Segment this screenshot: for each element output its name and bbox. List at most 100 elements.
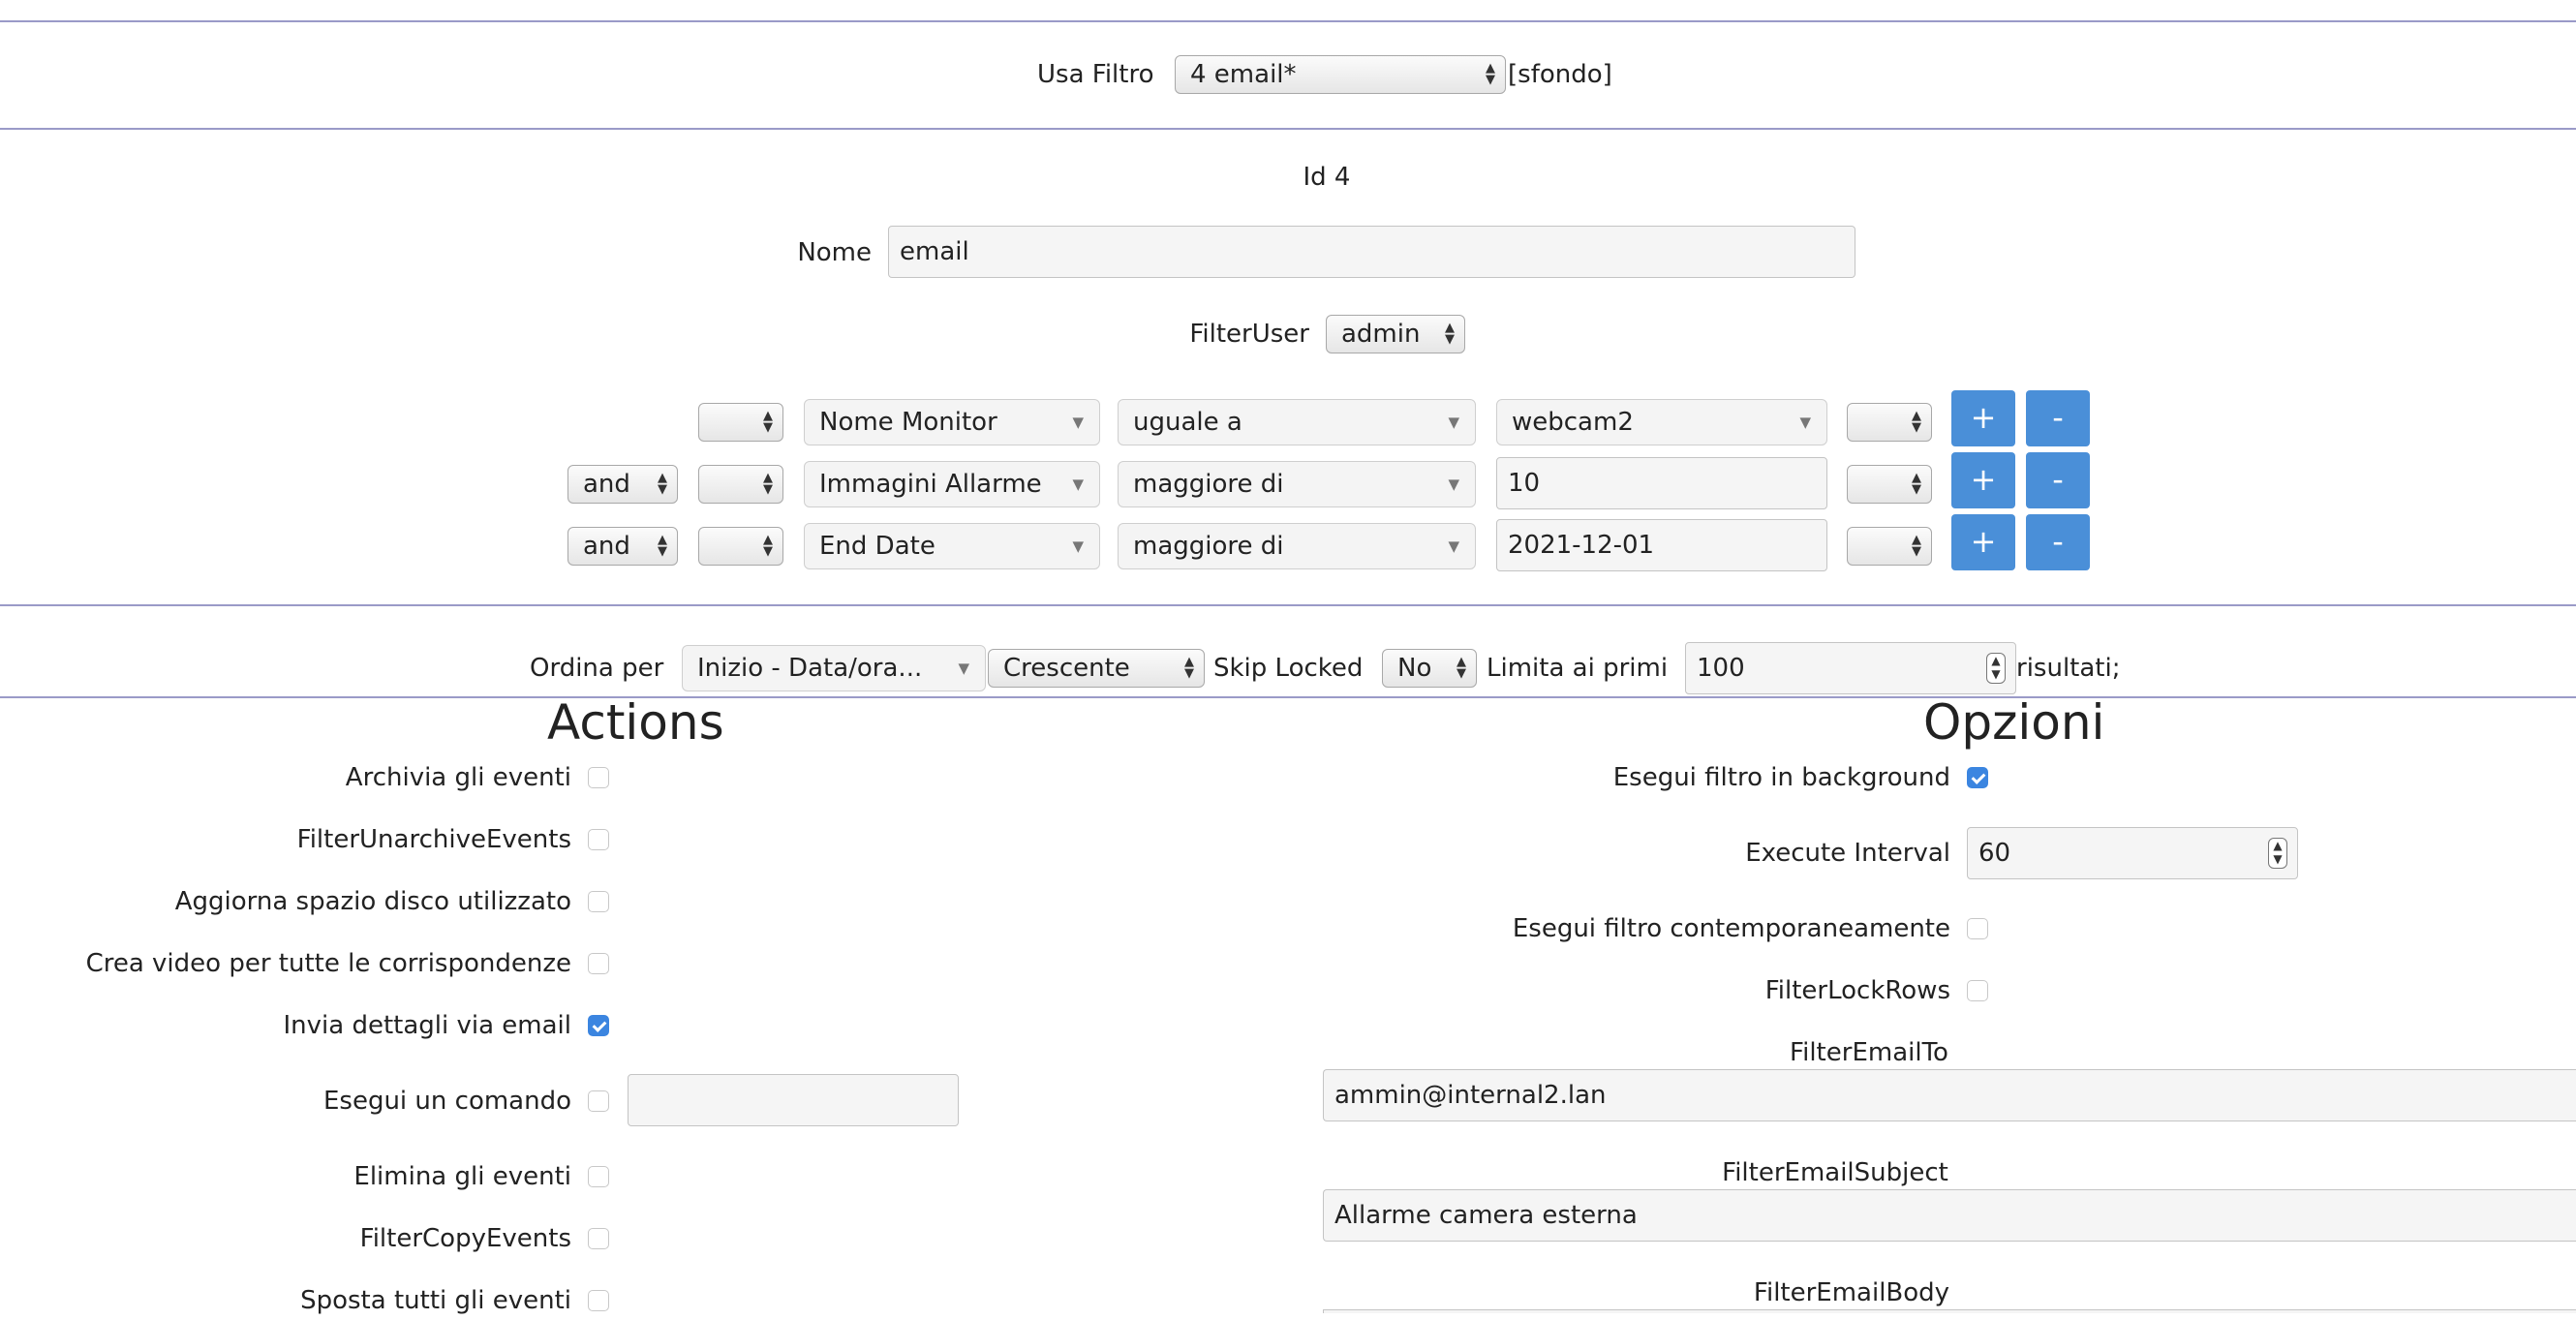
top-divider bbox=[0, 20, 2576, 22]
name-input[interactable]: email bbox=[888, 226, 1855, 278]
term-close-bracket-select[interactable]: ▲ ▼ bbox=[1847, 465, 1932, 504]
background-checkbox[interactable] bbox=[1967, 767, 1988, 788]
filter-select[interactable]: 4 email* ▲ ▼ bbox=[1175, 55, 1506, 94]
email-body-label: FilterEmailBody bbox=[1753, 1278, 1950, 1307]
filter-user-select[interactable]: admin ▲ ▼ bbox=[1326, 315, 1465, 353]
send-email-checkbox[interactable] bbox=[588, 1015, 609, 1036]
updown-arrows-icon: ▲ ▼ bbox=[658, 533, 667, 559]
term-conj-select[interactable]: and ▲ ▼ bbox=[567, 465, 678, 504]
term-conj-select[interactable]: and ▲ ▼ bbox=[567, 527, 678, 566]
limit-input[interactable]: 100 ▲ ▼ bbox=[1685, 642, 2016, 694]
term-value-input[interactable]: 2021-12-01 bbox=[1496, 519, 1827, 571]
dropdown-triangle-icon: ▼ bbox=[1799, 414, 1811, 431]
unarchive-events-checkbox[interactable] bbox=[588, 829, 609, 850]
term-open-bracket-select[interactable]: ▲ ▼ bbox=[698, 403, 783, 442]
command-input[interactable] bbox=[628, 1074, 959, 1126]
add-term-button[interactable]: + bbox=[1951, 390, 2015, 446]
term-op-select[interactable]: maggiore di ▼ bbox=[1118, 461, 1476, 507]
updown-arrows-icon: ▲ ▼ bbox=[1912, 533, 1921, 559]
order-by-label: Ordina per bbox=[530, 654, 664, 683]
updown-arrows-icon: ▲ ▼ bbox=[1912, 409, 1921, 435]
action-label: Aggiorna spazio disco utilizzato bbox=[174, 887, 571, 916]
add-term-button[interactable]: + bbox=[1951, 452, 2015, 508]
name-label: Nome bbox=[797, 238, 872, 267]
move-events-checkbox[interactable] bbox=[588, 1290, 609, 1311]
remove-term-button[interactable]: - bbox=[2026, 514, 2090, 570]
interval-label: Execute Interval bbox=[1745, 839, 1950, 868]
action-label: Invia dettagli via email bbox=[283, 1011, 571, 1040]
action-label: Elimina gli eventi bbox=[353, 1162, 571, 1191]
updown-arrows-icon: ▲ ▼ bbox=[1912, 471, 1921, 497]
term-close-bracket-select[interactable]: ▲ ▼ bbox=[1847, 527, 1932, 566]
skip-locked-label: Skip Locked bbox=[1213, 654, 1364, 683]
updown-arrows-icon: ▲ ▼ bbox=[763, 533, 773, 559]
dropdown-triangle-icon: ▼ bbox=[1072, 414, 1084, 431]
actions-title: Actions bbox=[547, 694, 724, 751]
order-by-select[interactable]: Inizio - Data/ora... ▼ bbox=[682, 645, 986, 691]
term-op-select[interactable]: maggiore di ▼ bbox=[1118, 523, 1476, 569]
filter-id: Id 4 bbox=[1303, 163, 1351, 192]
dropdown-triangle-icon: ▼ bbox=[958, 660, 969, 677]
term-op-select[interactable]: uguale a ▼ bbox=[1118, 399, 1476, 445]
updown-arrows-icon: ▲ ▼ bbox=[1457, 655, 1466, 681]
filter-user-value: admin bbox=[1341, 320, 1421, 349]
email-subject-input[interactable]: Allarme camera esterna bbox=[1323, 1189, 2576, 1242]
email-subject-label: FilterEmailSubject bbox=[1722, 1158, 1948, 1187]
divider-3 bbox=[0, 696, 2576, 698]
background-tag: [sfondo] bbox=[1508, 60, 1612, 89]
term-attr-select[interactable]: End Date ▼ bbox=[804, 523, 1100, 569]
lockrows-label: FilterLockRows bbox=[1764, 976, 1950, 1005]
action-label: Esegui un comando bbox=[322, 1087, 571, 1116]
delete-events-checkbox[interactable] bbox=[588, 1166, 609, 1187]
dropdown-triangle-icon: ▼ bbox=[1448, 537, 1459, 555]
filter-user-label: FilterUser bbox=[1189, 320, 1309, 349]
update-disk-space-checkbox[interactable] bbox=[588, 891, 609, 912]
dropdown-triangle-icon: ▼ bbox=[1448, 476, 1459, 493]
copy-events-checkbox[interactable] bbox=[588, 1228, 609, 1249]
background-label: Esegui filtro in background bbox=[1612, 763, 1950, 792]
dropdown-triangle-icon: ▼ bbox=[1072, 476, 1084, 493]
create-video-checkbox[interactable] bbox=[588, 953, 609, 974]
term-open-bracket-select[interactable]: ▲ ▼ bbox=[698, 527, 783, 566]
results-label: risultati; bbox=[2016, 654, 2121, 683]
skip-locked-select[interactable]: No ▲ ▼ bbox=[1382, 649, 1477, 688]
updown-arrows-icon: ▲ ▼ bbox=[763, 409, 773, 435]
updown-arrows-icon: ▲ ▼ bbox=[1184, 655, 1194, 681]
email-to-label: FilterEmailTo bbox=[1790, 1038, 1948, 1067]
remove-term-button[interactable]: - bbox=[2026, 390, 2090, 446]
filter-select-value: 4 email* bbox=[1190, 60, 1297, 89]
execute-command-checkbox[interactable] bbox=[588, 1090, 609, 1112]
action-label: FilterCopyEvents bbox=[359, 1224, 571, 1253]
archive-events-checkbox[interactable] bbox=[588, 767, 609, 788]
stepper-arrows-icon[interactable]: ▲ ▼ bbox=[1986, 653, 2006, 684]
sort-direction-select[interactable]: Crescente ▲ ▼ bbox=[988, 649, 1205, 688]
interval-input[interactable]: 60 ▲ ▼ bbox=[1967, 827, 2298, 879]
dropdown-triangle-icon: ▼ bbox=[1448, 414, 1459, 431]
stepper-arrows-icon[interactable]: ▲ ▼ bbox=[2268, 838, 2287, 869]
updown-arrows-icon: ▲ ▼ bbox=[763, 471, 773, 497]
term-close-bracket-select[interactable]: ▲ ▼ bbox=[1847, 403, 1932, 442]
add-term-button[interactable]: + bbox=[1951, 514, 2015, 570]
term-open-bracket-select[interactable]: ▲ ▼ bbox=[698, 465, 783, 504]
updown-arrows-icon: ▲ ▼ bbox=[1445, 321, 1455, 347]
action-label: Archivia gli eventi bbox=[345, 763, 571, 792]
term-attr-select[interactable]: Immagini Allarme ▼ bbox=[804, 461, 1100, 507]
lockrows-checkbox[interactable] bbox=[1967, 980, 1988, 1001]
dropdown-triangle-icon: ▼ bbox=[1072, 537, 1084, 555]
options-title: Opzioni bbox=[1923, 694, 2105, 751]
action-label: FilterUnarchiveEvents bbox=[296, 825, 571, 854]
email-to-input[interactable]: ammin@internal2.lan bbox=[1323, 1069, 2576, 1121]
term-value-input[interactable]: 10 bbox=[1496, 457, 1827, 509]
concurrent-checkbox[interactable] bbox=[1967, 918, 1988, 939]
term-attr-select[interactable]: Nome Monitor ▼ bbox=[804, 399, 1100, 445]
updown-arrows-icon: ▲ ▼ bbox=[1486, 61, 1495, 87]
concurrent-label: Esegui filtro contemporaneamente bbox=[1512, 914, 1950, 943]
action-label: Crea video per tutte le corrispondenze bbox=[85, 949, 571, 978]
term-value-select[interactable]: webcam2 ▼ bbox=[1496, 399, 1827, 445]
updown-arrows-icon: ▲ ▼ bbox=[658, 471, 667, 497]
divider-2 bbox=[0, 604, 2576, 606]
use-filter-label: Usa Filtro bbox=[1037, 60, 1154, 89]
remove-term-button[interactable]: - bbox=[2026, 452, 2090, 508]
email-body-input[interactable] bbox=[1323, 1309, 2576, 1313]
action-label: Sposta tutti gli eventi bbox=[300, 1286, 571, 1315]
